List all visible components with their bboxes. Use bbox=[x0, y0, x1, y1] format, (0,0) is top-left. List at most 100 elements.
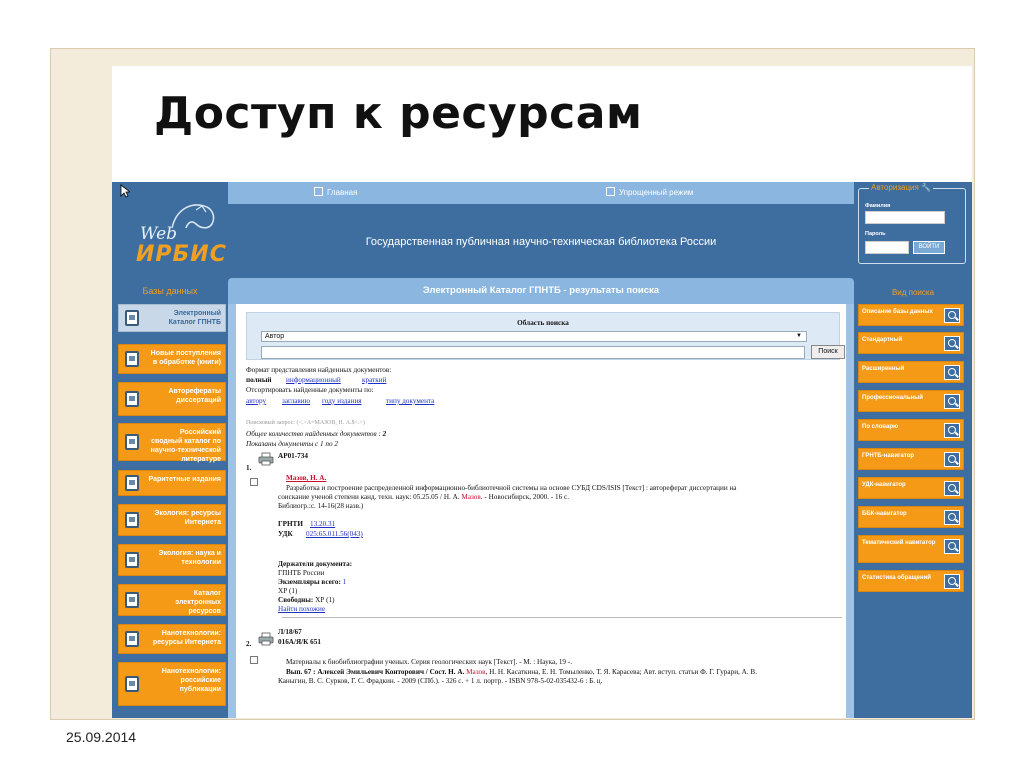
db-item-label: Экология: наука и технологии bbox=[158, 550, 221, 566]
irbis-screenshot: Web ИРБИС Базы данных Электронный Катало… bbox=[112, 182, 972, 718]
doc1-text2: соискание ученой степени канд. техн. нау… bbox=[278, 493, 569, 501]
dropdown-arrow-icon: ▼ bbox=[796, 333, 802, 339]
doc1-copies: Экземпляры всего: 1 bbox=[278, 578, 346, 586]
view-item-dictionary[interactable]: По словарю bbox=[858, 419, 964, 441]
search-field-select[interactable]: Автор ▼ bbox=[261, 331, 807, 342]
auth-title: Авторизация 🔧 bbox=[869, 183, 934, 192]
shown-range: Показаны документы с 1 по 2 bbox=[246, 440, 338, 448]
password-label: Пароль bbox=[865, 231, 886, 237]
logo-irbis-text: ИРБИС bbox=[136, 242, 227, 267]
login-button[interactable]: ВОЙТИ bbox=[913, 241, 945, 254]
search-field-value: Автор bbox=[265, 333, 285, 340]
simple-mode-icon bbox=[606, 187, 615, 196]
format-info-link[interactable]: информационный bbox=[286, 376, 341, 384]
printer-icon[interactable] bbox=[258, 632, 274, 646]
db-item-label: Электронный Каталог ГПНТБ bbox=[168, 310, 221, 326]
view-item-statistics[interactable]: Статистика обращений bbox=[858, 570, 964, 592]
view-item-label: Статистика обращений bbox=[862, 575, 931, 581]
format-full[interactable]: полный bbox=[246, 376, 272, 384]
view-item-standard[interactable]: Стандартный bbox=[858, 332, 964, 354]
doc2-shelf: 016А/Я/К 651 bbox=[278, 638, 321, 646]
doc2-text2: Вып. 67 : Алексей Эмильевич Конторович /… bbox=[286, 668, 757, 676]
db-item-nano-publications[interactable]: Нанотехнологии: российские публикации bbox=[118, 662, 226, 706]
view-item-bbk-navigator[interactable]: ББК-навигатор bbox=[858, 506, 964, 528]
view-item-thematic-navigator[interactable]: Тематический навигатор bbox=[858, 535, 964, 563]
db-item-label: Российский сводный каталог по научно-тех… bbox=[150, 429, 221, 463]
database-icon bbox=[125, 592, 139, 608]
sort-author-link[interactable]: автору bbox=[246, 397, 266, 405]
view-item-label: УДК-навигатор bbox=[862, 482, 906, 488]
doc1-code: АР01-734 bbox=[278, 452, 308, 460]
db-item-label: Новые поступления в обработке (книги) bbox=[150, 350, 221, 366]
view-item-udk-navigator[interactable]: УДК-навигатор bbox=[858, 477, 964, 499]
sort-title-link[interactable]: заглавию bbox=[282, 397, 310, 405]
doc2-text2b: , Н. Н. Касаткина, Е. Н. Томыленко, Т. Я… bbox=[485, 668, 758, 676]
nav-home-link[interactable]: Главная bbox=[314, 187, 357, 197]
slide-title: Доступ к ресурсам bbox=[154, 88, 643, 139]
sort-label: Отсортировать найденные документы по: bbox=[246, 386, 374, 394]
search-area: Область поиска Автор ▼ Поиск bbox=[246, 312, 845, 360]
db-item-label: Нанотехнологии: российские публикации bbox=[161, 668, 221, 693]
db-item-new-arrivals[interactable]: Новые поступления в обработке (книги) bbox=[118, 344, 226, 374]
doc1-grnti-link[interactable]: 13.20.31 bbox=[310, 520, 335, 528]
doc2-checkbox[interactable] bbox=[250, 656, 258, 664]
surname-input[interactable] bbox=[865, 211, 945, 224]
db-item-label: Раритетные издания bbox=[148, 476, 222, 483]
db-item-nano-internet[interactable]: Нанотехнологии: ресурсы Интернета bbox=[118, 624, 226, 654]
view-item-label: ГРНТБ-навигатор bbox=[862, 453, 915, 459]
view-item-label: Стандартный bbox=[862, 337, 903, 343]
password-input[interactable] bbox=[865, 241, 909, 254]
total-count-value: 2 bbox=[382, 430, 387, 438]
format-short-link[interactable]: краткий bbox=[362, 376, 386, 384]
database-icon bbox=[125, 434, 139, 450]
db-item-ecology-internet[interactable]: Экология: ресурсы Интернета bbox=[118, 504, 226, 536]
db-item-union-catalog[interactable]: Российский сводный каталог по научно-тех… bbox=[118, 423, 226, 463]
search-icon bbox=[944, 510, 960, 525]
db-item-label: Каталог электронных ресурсов bbox=[175, 590, 221, 615]
auth-title-text: Авторизация bbox=[871, 183, 919, 192]
sort-year-link[interactable]: году издания bbox=[322, 397, 362, 405]
nav-simple-mode-link[interactable]: Упрощенный режим bbox=[606, 187, 693, 197]
doc1-text2a: соискание ученой степени канд. техн. нау… bbox=[278, 493, 460, 501]
database-icon bbox=[125, 512, 139, 528]
search-icon bbox=[944, 394, 960, 409]
doc1-number: 1. bbox=[246, 464, 252, 472]
sort-type-link[interactable]: типу документа bbox=[386, 397, 434, 405]
database-icon bbox=[125, 351, 139, 367]
database-icon bbox=[125, 391, 139, 407]
doc1-find-similar-link[interactable]: Найти похожие bbox=[278, 605, 325, 613]
doc1-free-label: Свободны: bbox=[278, 596, 314, 604]
view-item-extended[interactable]: Расширенный bbox=[858, 361, 964, 383]
results-header: Электронный Каталог ГПНТБ - результаты п… bbox=[228, 278, 854, 304]
logo-web-text: Web bbox=[140, 224, 178, 244]
surname-label: Фамилия bbox=[865, 203, 891, 209]
db-item-e-resources[interactable]: Каталог электронных ресурсов bbox=[118, 584, 226, 616]
slide: Доступ к ресурсам Web ИРБИС Базы данных … bbox=[0, 0, 1024, 768]
db-item-electronic-catalog[interactable]: Электронный Каталог ГПНТБ bbox=[118, 304, 226, 332]
doc1-text3: Библиогр.:с. 14-16(28 назв.) bbox=[278, 502, 364, 510]
db-item-abstracts[interactable]: Авторефераты диссертаций bbox=[118, 382, 226, 416]
doc1-grnti-label: ГРНТИ bbox=[278, 520, 303, 528]
doc1-udk-link[interactable]: 025:65.011.56(043) bbox=[306, 530, 363, 538]
view-item-professional[interactable]: Профессиональный bbox=[858, 390, 964, 412]
view-item-label: Описание базы данных bbox=[862, 309, 933, 315]
printer-icon[interactable] bbox=[258, 452, 274, 466]
nav-home-label: Главная bbox=[327, 188, 358, 197]
view-item-label: По словарю bbox=[862, 424, 899, 430]
search-query: Поисковый запрос: (<.>A=МАЗОВ, Н. А.$<.>… bbox=[246, 420, 365, 426]
doc1-author[interactable]: Мазов, Н. А. bbox=[286, 474, 326, 482]
search-icon bbox=[944, 539, 960, 554]
format-label: Формат представления найденных документо… bbox=[246, 366, 392, 374]
search-icon bbox=[944, 365, 960, 380]
search-button[interactable]: Поиск bbox=[811, 345, 845, 359]
view-item-label: Профессиональный bbox=[862, 395, 923, 401]
left-panel: Web ИРБИС Базы данных Электронный Катало… bbox=[112, 182, 228, 718]
search-input[interactable] bbox=[261, 346, 805, 359]
view-item-grntb-navigator[interactable]: ГРНТБ-навигатор bbox=[858, 448, 964, 470]
db-item-ecology-science[interactable]: Экология: наука и технологии bbox=[118, 544, 226, 576]
doc1-checkbox[interactable] bbox=[250, 478, 258, 486]
db-item-rare-editions[interactable]: Раритетные издания bbox=[118, 470, 226, 496]
view-item-db-description[interactable]: Описание базы данных bbox=[858, 304, 964, 326]
view-item-label: ББК-навигатор bbox=[862, 511, 907, 517]
view-item-label: Тематический навигатор bbox=[862, 540, 936, 546]
